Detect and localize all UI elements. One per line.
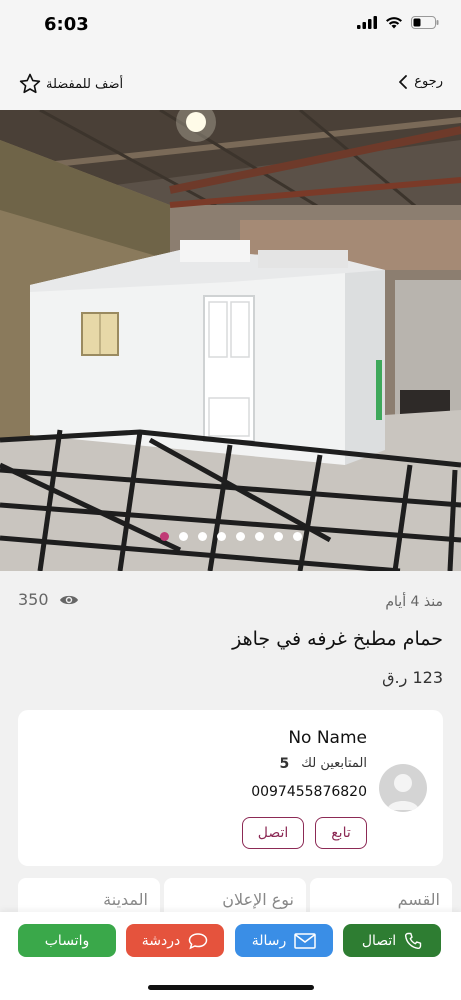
status-bar: 6:03 [0,0,461,52]
listing-photo [0,110,461,571]
follow-button[interactable]: تابع [315,817,367,849]
views-counter: 350 [18,590,79,609]
bottom-action-bar: واتساب دردشة رسالة اتصال [0,912,461,1000]
battery-icon [411,16,439,29]
phone-icon [405,932,422,949]
whatsapp-label: واتساب [44,932,90,949]
envelope-icon [294,932,317,949]
followers-count: 5 [279,756,290,772]
contact-button[interactable]: اتصل [242,817,304,849]
user-placeholder-icon [387,774,419,810]
chat-label: دردشة [141,932,181,949]
carousel-dots [0,532,461,541]
listing-meta: 350 منذ 4 أيام [0,588,461,614]
followers-info: المتابعين لك 5 [280,756,367,772]
city-label: المدينة [103,890,148,909]
star-icon [19,73,41,94]
avatar[interactable] [379,764,427,812]
views-count: 350 [18,590,49,609]
back-button[interactable]: رجوع [398,74,443,89]
message-button[interactable]: رسالة [235,924,333,957]
call-label: اتصال [361,932,397,949]
carousel-dot[interactable] [254,532,264,541]
back-label: رجوع [414,74,443,89]
chat-bubble-icon [188,932,208,949]
seller-card: No Name المتابعين لك 5 0097455876820 تاب… [18,710,443,866]
carousel-dot[interactable] [292,532,302,541]
eye-icon [59,595,78,604]
carousel-dot[interactable] [178,532,188,541]
message-label: رسالة [251,932,287,949]
carousel-dot[interactable] [235,532,245,541]
carousel-dot[interactable] [216,532,226,541]
seller-name[interactable]: No Name [288,728,367,748]
chat-button[interactable]: دردشة [126,924,224,957]
call-button[interactable]: اتصال [343,924,441,957]
listing-image-carousel[interactable] [0,110,461,571]
category-label: القسم [397,890,440,909]
posted-time: منذ 4 أيام [385,594,443,610]
signal-icon [357,16,377,29]
add-favorite-button[interactable]: أضف للمفضلة [18,72,123,96]
whatsapp-button[interactable]: واتساب [18,924,116,957]
chevron-left-icon [399,74,408,89]
followers-label: المتابعين لك [301,756,367,771]
seller-phone[interactable]: 0097455876820 [251,784,367,800]
ad-type-label: نوع الإعلان [222,890,294,909]
wifi-icon [386,17,402,29]
carousel-dot[interactable] [197,532,207,541]
status-time: 6:03 [44,14,89,35]
home-indicator [148,985,314,990]
carousel-dot[interactable] [273,532,283,541]
nav-bar: أضف للمفضلة رجوع [0,52,461,110]
listing-title: حمام مطبخ غرفه في جاهز [232,628,443,650]
status-icons [357,16,439,29]
add-favorite-label: أضف للمفضلة [46,76,124,92]
carousel-dot[interactable] [159,532,169,541]
listing-price: 123 ر.ق [382,668,443,687]
